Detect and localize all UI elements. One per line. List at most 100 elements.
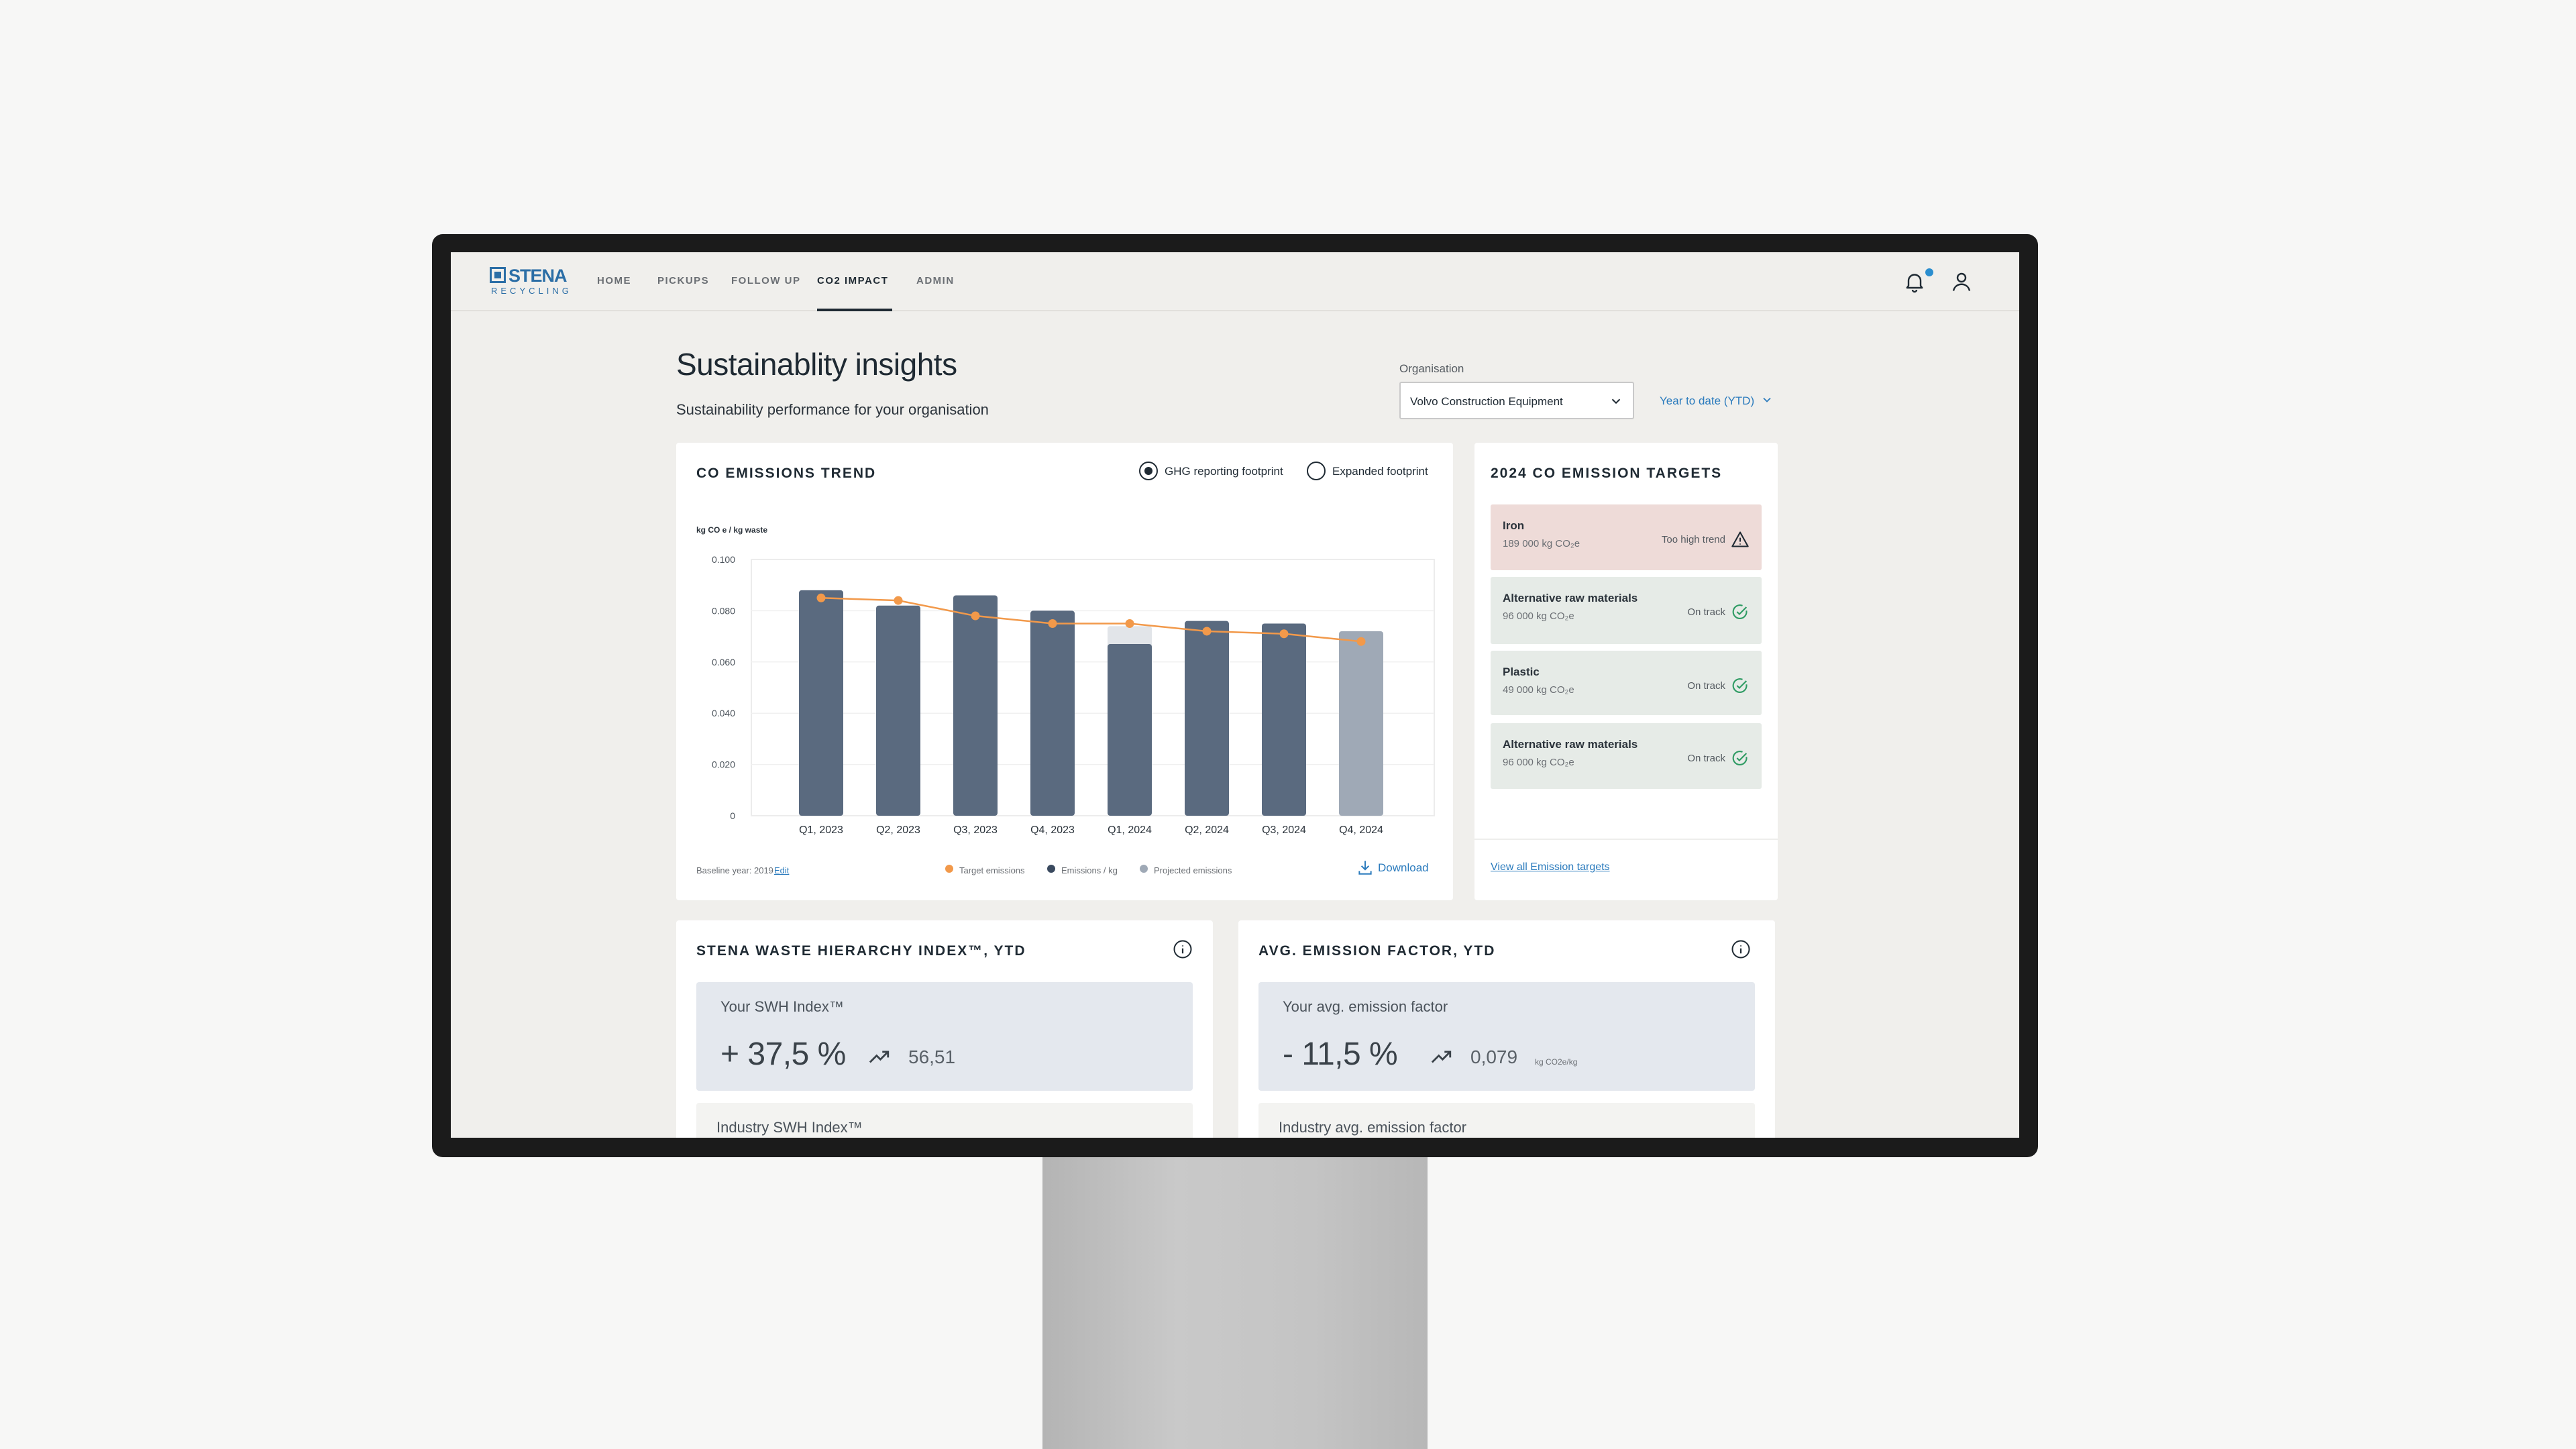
nav-co2-impact[interactable]: CO2 IMPACT	[817, 275, 888, 286]
target-item-alternative-raw-materials-2[interactable]: Alternative raw materials 96 000 kg CO₂e…	[1491, 723, 1762, 789]
your-emission-factor-box: Your avg. emission factor - 11,5 % 0,079…	[1258, 982, 1755, 1091]
emission-factor-card: AVG. EMISSION FACTOR, YTD Your avg. emis…	[1238, 920, 1775, 1138]
edit-baseline-link[interactable]: Edit	[774, 865, 789, 875]
swh-index-card: STENA WASTE HIERARCHY INDEX™, YTD Your S…	[676, 920, 1213, 1138]
download-button[interactable]: Download	[1378, 861, 1429, 875]
organisation-label: Organisation	[1399, 362, 1464, 375]
top-nav: STENA RECYCLING HOME PICKUPS FOLLOW UP C…	[451, 252, 2019, 311]
emissions-trend-chart: kg CO e / kg waste 0 0.020 0.040 0.060 0.080 0…	[696, 525, 1435, 836]
check-circle-icon	[1732, 604, 1748, 619]
your-factor-label: Your avg. emission factor	[1283, 998, 1448, 1015]
radio-ghg-indicator	[1139, 462, 1158, 480]
your-swh-label: Your SWH Index™	[720, 998, 844, 1015]
industry-swh-index-box: Industry SWH Index™	[696, 1103, 1193, 1138]
x-tick-label: Q4, 2024	[1339, 824, 1383, 836]
swh-trend-value: 56,51	[908, 1046, 956, 1067]
target-value: 96 000 kg CO₂e	[1503, 610, 1574, 622]
x-tick-label: Q2, 2023	[876, 824, 920, 836]
emissions-bar	[1108, 644, 1152, 816]
emissions-bar	[1262, 623, 1306, 816]
legend-target-label: Target emissions	[959, 865, 1025, 875]
trend-up-icon	[1431, 1051, 1452, 1063]
target-item-iron[interactable]: Iron 189 000 kg CO₂e Too high trend	[1491, 504, 1762, 570]
page-subtitle: Sustainability performance for your orga…	[676, 401, 989, 418]
your-factor-value: - 11,5 %	[1283, 1036, 1398, 1072]
logo-subtitle: RECYCLING	[491, 286, 572, 296]
nav-admin[interactable]: ADMIN	[916, 275, 955, 286]
check-circle-icon	[1732, 751, 1748, 765]
info-icon[interactable]	[1173, 939, 1193, 959]
x-tick-label: Q1, 2024	[1108, 824, 1152, 836]
target-value: 189 000 kg CO₂e	[1503, 538, 1580, 549]
industry-swh-label: Industry SWH Index™	[716, 1119, 863, 1136]
target-point	[1356, 637, 1366, 646]
swh-index-title: STENA WASTE HIERARCHY INDEX™, YTD	[696, 943, 1026, 959]
y-tick-label: 0	[730, 810, 735, 821]
legend-projected-label: Projected emissions	[1154, 865, 1232, 875]
target-status: On track	[1687, 680, 1725, 692]
legend-emissions-label: Emissions / kg	[1061, 865, 1118, 875]
target-point	[894, 596, 903, 605]
organisation-value: Volvo Construction Equipment	[1410, 395, 1563, 408]
emissions-bar	[876, 605, 920, 816]
target-point	[1125, 619, 1134, 628]
target-name: Plastic	[1503, 665, 1540, 678]
bell-icon[interactable]	[1902, 270, 1927, 294]
legend-emissions-swatch	[1047, 865, 1055, 873]
target-name: Iron	[1503, 519, 1525, 532]
your-swh-index-box: Your SWH Index™ + 37,5 % 56,51	[696, 982, 1193, 1091]
target-value: 96 000 kg CO₂e	[1503, 757, 1574, 768]
trend-up-icon	[869, 1051, 890, 1063]
x-tick-label: Q4, 2023	[1030, 824, 1075, 836]
emission-targets-title: 2024 CO EMISSION TARGETS	[1491, 466, 1723, 481]
x-tick-label: Q3, 2023	[953, 824, 998, 836]
nav-follow-up[interactable]: FOLLOW UP	[731, 275, 801, 286]
legend-target-swatch	[945, 865, 953, 873]
target-name: Alternative raw materials	[1503, 738, 1638, 751]
y-tick-label: 0.040	[712, 708, 735, 718]
emissions-bar	[1185, 621, 1229, 816]
emissions-bar	[953, 595, 998, 816]
chevron-down-icon[interactable]	[1760, 393, 1774, 407]
app-screen: STENA RECYCLING HOME PICKUPS FOLLOW UP C…	[451, 252, 2019, 1138]
target-status: On track	[1687, 606, 1725, 618]
download-icon[interactable]	[1356, 859, 1374, 876]
emissions-trend-title: CO EMISSIONS TREND	[696, 466, 877, 481]
nav-active-indicator	[817, 309, 892, 311]
target-item-alternative-raw-materials[interactable]: Alternative raw materials 96 000 kg CO₂e…	[1491, 577, 1762, 644]
target-point	[816, 593, 826, 602]
projected-bar	[1339, 631, 1383, 816]
radio-ghg-label: GHG reporting footprint	[1165, 465, 1283, 478]
target-value: 49 000 kg CO₂e	[1503, 684, 1574, 696]
y-tick-label: 0.100	[712, 554, 735, 565]
info-icon[interactable]	[1731, 939, 1751, 959]
baseline-year: Baseline year: 2019	[696, 865, 773, 875]
emissions-bar	[1030, 610, 1075, 816]
view-all-targets-link[interactable]: View all Emission targets	[1491, 861, 1610, 873]
industry-emission-factor-box: Industry avg. emission factor	[1258, 1103, 1755, 1138]
notification-badge	[1925, 268, 1933, 276]
stena-logo[interactable]: STENA RECYCLING	[490, 266, 569, 298]
nav-home[interactable]: HOME	[597, 275, 631, 286]
target-point	[1048, 619, 1057, 628]
factor-unit: kg CO2e/kg	[1535, 1057, 1578, 1067]
organisation-select[interactable]: Volvo Construction Equipment	[1399, 382, 1634, 419]
legend-projected-swatch	[1140, 865, 1148, 873]
target-point	[971, 611, 980, 621]
target-status: On track	[1687, 753, 1725, 764]
your-swh-value: + 37,5 %	[720, 1036, 846, 1072]
nav-pickups[interactable]: PICKUPS	[657, 275, 709, 286]
period-dropdown[interactable]: Year to date (YTD)	[1660, 394, 1754, 408]
radio-expanded-indicator	[1307, 462, 1326, 480]
x-tick-label: Q2, 2024	[1185, 824, 1229, 836]
check-circle-icon	[1732, 678, 1748, 693]
radio-expanded-label: Expanded footprint	[1332, 465, 1428, 478]
plot-frame	[751, 559, 1435, 816]
factor-trend-value: 0,079	[1470, 1046, 1518, 1067]
target-item-plastic[interactable]: Plastic 49 000 kg CO₂e On track	[1491, 651, 1762, 715]
user-icon[interactable]	[1949, 270, 1974, 294]
monitor-stand	[1042, 1155, 1428, 1449]
logo-mark-icon	[490, 267, 506, 283]
logo-name: STENA	[508, 266, 568, 286]
emissions-bar	[799, 590, 843, 816]
